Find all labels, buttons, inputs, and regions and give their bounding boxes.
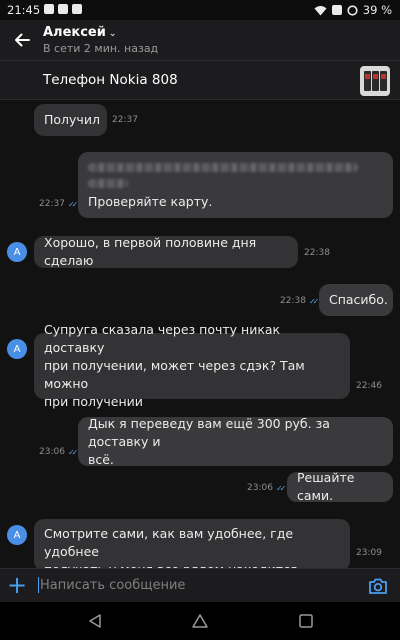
chat-header: Алексей ⌄ В сети 2 мин. назад [0, 20, 400, 60]
camera-notification-icon [44, 4, 54, 14]
phone-image-icon [364, 71, 371, 91]
message-time: 23:09 [356, 548, 382, 558]
wifi-icon [314, 5, 327, 15]
message-bubble[interactable]: Решайте сами. [287, 470, 393, 503]
avatar[interactable]: А [7, 525, 27, 545]
message-time-label: 22:38 [280, 296, 306, 306]
contact-status: В сети 2 мин. назад [43, 42, 159, 55]
listing-title: Телефон Nokia 808 [43, 72, 178, 88]
message-time-label: 22:38 [304, 248, 330, 258]
message-bubble[interactable]: Дык я переведу вам ещё 300 руб. за доста… [78, 415, 393, 467]
message-time: 22:46 [356, 381, 382, 391]
read-check-icon: ✓✓ [67, 199, 79, 209]
message-text: Супруга сказала через почту никак достав… [44, 322, 281, 355]
message-time: 22:37 ✓✓ [39, 199, 79, 209]
message-text: Смотрите сами, как вам удобнее, где удоб… [44, 526, 294, 559]
message-text: Проверяйте карту. [88, 194, 213, 209]
nav-home-icon[interactable] [191, 612, 209, 630]
mail-notification-icon [58, 4, 68, 14]
system-icons: 39 % [314, 3, 392, 17]
message-list[interactable]: Получил 22:37 22:37 ✓✓ Проверяйте карту. … [0, 101, 400, 570]
status-time: 21:45 [7, 3, 41, 17]
message-bubble[interactable]: Проверяйте карту. [78, 152, 393, 218]
message-text: Хорошо, в первой половине дня сделаю [44, 235, 257, 268]
message-time: 22:38 [304, 248, 330, 258]
read-check-icon: ✓✓ [308, 296, 320, 306]
message-text: Решайте сами. [297, 470, 355, 503]
message-text: Спасибо. [329, 292, 388, 307]
message-time-label: 22:37 [39, 199, 65, 209]
plus-icon[interactable]: + [7, 572, 27, 598]
message-bubble[interactable]: Хорошо, в первой половине дня сделаю [34, 235, 298, 268]
chevron-down-icon: ⌄ [108, 29, 117, 39]
message-text: при получении [44, 394, 143, 409]
message-bubble[interactable]: Спасибо. [319, 284, 393, 316]
battery-level: 39 % [362, 3, 392, 17]
nav-recents-icon[interactable] [297, 612, 315, 630]
message-input[interactable] [40, 575, 340, 595]
listing-bar[interactable]: Телефон Nokia 808 [0, 60, 400, 100]
message-time-label: 22:46 [356, 381, 382, 391]
message-bubble[interactable]: Смотрите сами, как вам удобнее, где удоб… [34, 519, 350, 570]
message-time: 22:37 [112, 115, 138, 125]
message-text: Дык я переведу вам ещё 300 руб. за доста… [88, 415, 330, 449]
status-bar: 21:45 39 % [0, 0, 400, 20]
message-text: всё. [88, 451, 114, 467]
sim-icon [331, 5, 342, 15]
camera-icon[interactable] [368, 576, 388, 596]
redacted-text [88, 179, 128, 188]
message-time-label: 23:06 [39, 447, 65, 457]
read-check-icon: ✓✓ [67, 447, 79, 457]
system-navigation-bar [0, 602, 400, 640]
message-time: 22:38 ✓✓ [280, 296, 320, 306]
back-arrow-icon[interactable] [12, 30, 32, 50]
listing-thumbnail[interactable] [360, 66, 390, 96]
message-time-label: 22:37 [112, 115, 138, 125]
message-time: 23:06 ✓✓ [247, 483, 287, 493]
message-time-label: 23:06 [247, 483, 273, 493]
phone-image-icon [372, 71, 379, 91]
contact-name[interactable]: Алексей ⌄ [43, 25, 116, 40]
notification-icons [44, 4, 82, 14]
message-time: 23:06 ✓✓ [39, 447, 79, 457]
read-check-icon: ✓✓ [275, 483, 287, 493]
avatar[interactable]: А [7, 242, 27, 262]
lock-notification-icon [72, 4, 82, 14]
message-bubble[interactable]: Супруга сказала через почту никак достав… [34, 322, 350, 409]
phone-image-icon [380, 71, 387, 91]
message-bubble[interactable]: Получил [34, 104, 107, 136]
avatar[interactable]: А [7, 339, 27, 359]
text-cursor [38, 577, 39, 593]
redacted-text [88, 163, 358, 172]
battery-saver-icon [347, 4, 358, 16]
message-text: при получении, может через сдэк? Там мож… [44, 358, 305, 391]
message-text: Получил [44, 112, 100, 127]
contact-name-label: Алексей [43, 25, 106, 40]
nav-back-icon[interactable] [86, 612, 104, 630]
message-time-label: 23:09 [356, 548, 382, 558]
message-composer: + [0, 568, 400, 602]
